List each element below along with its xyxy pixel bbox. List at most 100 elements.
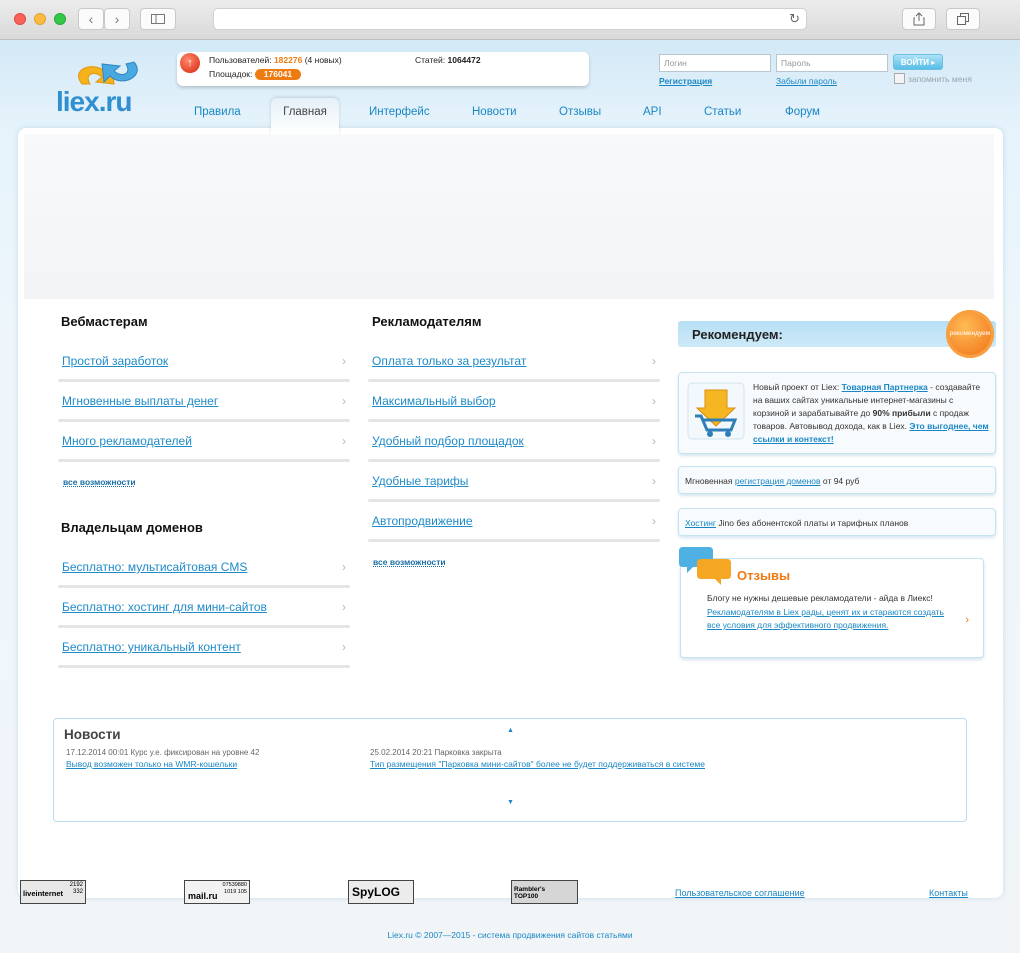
feature-item[interactable]: Удобные тарифы › bbox=[368, 462, 660, 502]
share-button[interactable] bbox=[902, 8, 936, 30]
reload-icon[interactable]: ↻ bbox=[789, 11, 800, 27]
login-button[interactable]: ВОЙТИ ▸ bbox=[893, 54, 943, 70]
feature-item[interactable]: Мгновенные выплаты денег › bbox=[58, 382, 350, 422]
feature-link[interactable]: Автопродвижение bbox=[372, 514, 473, 528]
scroll-up-icon[interactable]: ▲ bbox=[507, 727, 514, 734]
liveinternet-counter[interactable]: liveinternet 2192 332 bbox=[20, 880, 86, 904]
feature-link[interactable]: Бесплатно: мультисайтовая CMS bbox=[62, 560, 247, 574]
sites-count: 176041 bbox=[254, 69, 302, 80]
chevron-right-icon[interactable]: › bbox=[965, 614, 969, 626]
register-link[interactable]: Регистрация bbox=[659, 76, 712, 86]
minimize-window-button[interactable] bbox=[34, 13, 46, 25]
articles-label: Статей: bbox=[415, 55, 446, 65]
chevron-right-icon: › bbox=[342, 354, 346, 368]
feature-link[interactable]: Бесплатно: хостинг для мини-сайтов bbox=[62, 600, 267, 614]
sidebar-icon bbox=[151, 14, 165, 24]
rambler-counter[interactable]: Rambler's TOP100 bbox=[511, 880, 578, 904]
divider bbox=[368, 539, 660, 542]
rambler-label: Rambler's TOP100 bbox=[514, 886, 546, 900]
forward-button[interactable]: › bbox=[104, 8, 130, 30]
news-item-link[interactable]: Тип размещения "Парковка мини-сайтов" бо… bbox=[370, 759, 705, 769]
scroll-down-icon[interactable]: ▼ bbox=[507, 799, 514, 806]
feature-item[interactable]: Простой заработок › bbox=[58, 342, 350, 382]
main-menu: Правила Интерфейс Новости Отзывы API Ста… bbox=[0, 102, 1020, 128]
tab-reviews[interactable]: Отзывы bbox=[559, 106, 601, 118]
mail-ru-numbers: 07539880 1019 105 bbox=[222, 882, 247, 895]
partner-promo-text: Новый проект от Liex: Товарная Партнерка… bbox=[753, 381, 989, 446]
partner-percent: 90% прибыли bbox=[872, 408, 931, 418]
chevron-right-icon: › bbox=[342, 600, 346, 614]
remember-checkbox[interactable] bbox=[894, 73, 905, 84]
tab-news[interactable]: Новости bbox=[472, 106, 517, 118]
news-item-link[interactable]: Вывод возможен только на WMR-кошельки bbox=[66, 759, 237, 769]
news-title: Новости bbox=[64, 727, 121, 742]
tabs-button[interactable] bbox=[946, 8, 980, 30]
feature-link[interactable]: Простой заработок bbox=[62, 354, 168, 368]
domain-registration-link[interactable]: регистрация доменов bbox=[735, 476, 821, 486]
webmasters-title: Вебмастерам bbox=[61, 314, 148, 329]
feature-item[interactable]: Бесплатно: уникальный контент › bbox=[58, 628, 350, 668]
tabs-icon bbox=[957, 13, 969, 25]
partner-program-link[interactable]: Товарная Партнерка bbox=[842, 382, 928, 392]
alert-icon[interactable]: ↑ bbox=[180, 53, 200, 73]
contacts-link[interactable]: Контакты bbox=[929, 888, 968, 898]
feature-item[interactable]: Много рекламодателей › bbox=[58, 422, 350, 462]
liveinternet-numbers: 2192 332 bbox=[69, 882, 83, 895]
feature-item[interactable]: Бесплатно: хостинг для мини-сайтов › bbox=[58, 588, 350, 628]
back-button[interactable]: ‹ bbox=[78, 8, 104, 30]
feature-link[interactable]: Бесплатно: уникальный контент bbox=[62, 640, 241, 654]
advertisers-all-features-link[interactable]: все возможности bbox=[373, 557, 446, 567]
feature-link[interactable]: Мгновенные выплаты денег bbox=[62, 394, 218, 408]
close-window-button[interactable] bbox=[14, 13, 26, 25]
review-text-2[interactable]: Рекламодателям в Liex рады, ценят их и с… bbox=[707, 606, 953, 632]
review-text-1: Блогу не нужны дешевые рекламодатели - а… bbox=[707, 593, 933, 603]
address-bar[interactable]: ↻ bbox=[213, 8, 807, 30]
sidebar-button[interactable] bbox=[140, 8, 176, 30]
chevron-right-icon: › bbox=[652, 394, 656, 408]
feature-item[interactable]: Максимальный выбор › bbox=[368, 382, 660, 422]
feature-link[interactable]: Оплата только за результат bbox=[372, 354, 526, 368]
feature-link[interactable]: Удобный подбор площадок bbox=[372, 434, 524, 448]
tab-home[interactable]: Главная bbox=[271, 106, 339, 118]
tab-rules[interactable]: Правила bbox=[194, 106, 241, 118]
chevron-right-icon: › bbox=[114, 11, 120, 27]
hosting-description: Jino без абонентской платы и тарифных пл… bbox=[718, 518, 909, 528]
advertisers-title: Рекламодателям bbox=[372, 314, 482, 329]
forgot-password-link[interactable]: Забыли пароль bbox=[776, 76, 837, 86]
login-input[interactable]: Логин bbox=[659, 54, 771, 72]
webmasters-all-features-link[interactable]: все возможности bbox=[63, 477, 136, 487]
password-input[interactable]: Пароль bbox=[776, 54, 888, 72]
tab-api[interactable]: API bbox=[643, 106, 662, 118]
feature-item[interactable]: Оплата только за результат › bbox=[368, 342, 660, 382]
maximize-window-button[interactable] bbox=[54, 13, 66, 25]
news-item-date: 25.02.2014 20:21 Парковка закрыта bbox=[370, 748, 502, 757]
sites-label: Площадок: bbox=[209, 69, 253, 79]
recommend-partner-box: Новый проект от Liex: Товарная Партнерка… bbox=[678, 372, 996, 454]
feature-link[interactable]: Много рекламодателей bbox=[62, 434, 192, 448]
share-icon bbox=[913, 12, 925, 26]
tab-articles[interactable]: Статьи bbox=[704, 106, 741, 118]
speech-bubbles-icon bbox=[679, 547, 731, 585]
spylog-counter[interactable]: SpyLOG bbox=[348, 880, 414, 904]
hosting-link[interactable]: Хостинг bbox=[685, 518, 716, 528]
liveinternet-label: liveinternet bbox=[23, 889, 64, 898]
mail-ru-counter[interactable]: mail.ru 07539880 1019 105 bbox=[184, 880, 250, 904]
reviews-title[interactable]: Отзывы bbox=[737, 568, 790, 583]
recommend-hosting-box: Хостинг Jino без абонентской платы и тар… bbox=[678, 508, 996, 536]
feature-link[interactable]: Удобные тарифы bbox=[372, 474, 468, 488]
feature-item[interactable]: Автопродвижение › bbox=[368, 502, 660, 542]
news-item-date: 17.12.2014 00:01 Курс у.е. фиксирован на… bbox=[66, 748, 260, 757]
tab-interface[interactable]: Интерфейс bbox=[369, 106, 430, 118]
feature-link[interactable]: Максимальный выбор bbox=[372, 394, 496, 408]
remember-me[interactable]: запомнить меня bbox=[894, 73, 972, 84]
recommend-domains-box: Мгновенная регистрация доменов от 94 руб bbox=[678, 466, 996, 494]
tab-forum[interactable]: Форум bbox=[785, 106, 820, 118]
page: liex.ru ↑ Пользователей: 182276 (4 новых… bbox=[0, 40, 1020, 953]
feature-item[interactable]: Бесплатно: мультисайтовая CMS › bbox=[58, 548, 350, 588]
chevron-right-icon: › bbox=[342, 434, 346, 448]
hosting-text: Хостинг Jino без абонентской платы и тар… bbox=[685, 518, 908, 528]
users-count: 182276 bbox=[273, 55, 303, 65]
feature-item[interactable]: Удобный подбор площадок › bbox=[368, 422, 660, 462]
divider bbox=[58, 459, 350, 462]
user-agreement-link[interactable]: Пользовательское соглашение bbox=[675, 888, 805, 898]
